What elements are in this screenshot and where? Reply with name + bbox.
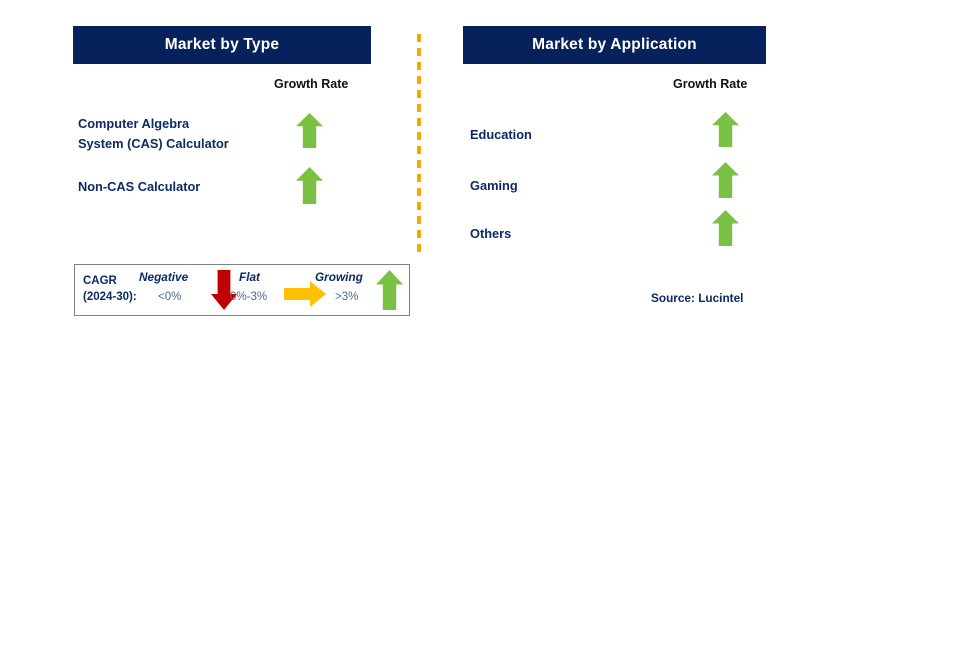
row-label-education: Education [470,127,532,142]
row-label-non-cas-calculator: Non-CAS Calculator [78,179,201,194]
legend-term-flat: Flat [239,270,260,284]
arrow-up-icon-gaming [712,162,739,198]
panel-title-market-by-type: Market by Type [164,36,280,53]
arrow-up-icon-computer-algebra-system-cas-calculator [296,113,323,148]
legend-cagr-label: CAGR (2024-30): [83,275,137,303]
panel-header-market-by-type: Market by Type [73,26,371,64]
legend-range-growing: >3% [335,291,359,303]
vertical-dashed-divider [417,34,421,256]
legend-term-growing: Growing [315,270,363,284]
panel-header-market-by-application: Market by Application [463,26,766,64]
arrow-up-icon-education [712,112,739,147]
growth-rate-column-label-right: Growth Rate [673,77,748,91]
arrow-down-icon-legend-negative [211,270,237,310]
row-label-computer-algebra-system-cas-calculator: Computer Algebra System (CAS) Calculator [78,116,229,151]
source-note: Source: Lucintel [651,291,744,305]
legend-term-negative: Negative [139,270,189,284]
arrow-up-icon-non-cas-calculator [296,167,323,204]
legend-range-negative: <0% [158,291,182,303]
arrow-right-icon-legend-flat [284,281,326,307]
row-label-gaming: Gaming [470,178,518,193]
growth-rate-column-label-left: Growth Rate [274,77,349,91]
cagr-legend: CAGR (2024-30): Negative <0% Flat 0%-3% … [74,264,410,316]
arrow-up-icon-legend-growing [376,270,403,310]
legend-range-flat: 0%-3% [230,291,268,303]
arrow-up-icon-others [712,210,739,246]
infographic-canvas: Market by Type Growth Rate Computer Alge… [0,0,960,653]
panel-title-market-by-application: Market by Application [532,36,697,53]
row-label-others: Others [470,226,512,241]
